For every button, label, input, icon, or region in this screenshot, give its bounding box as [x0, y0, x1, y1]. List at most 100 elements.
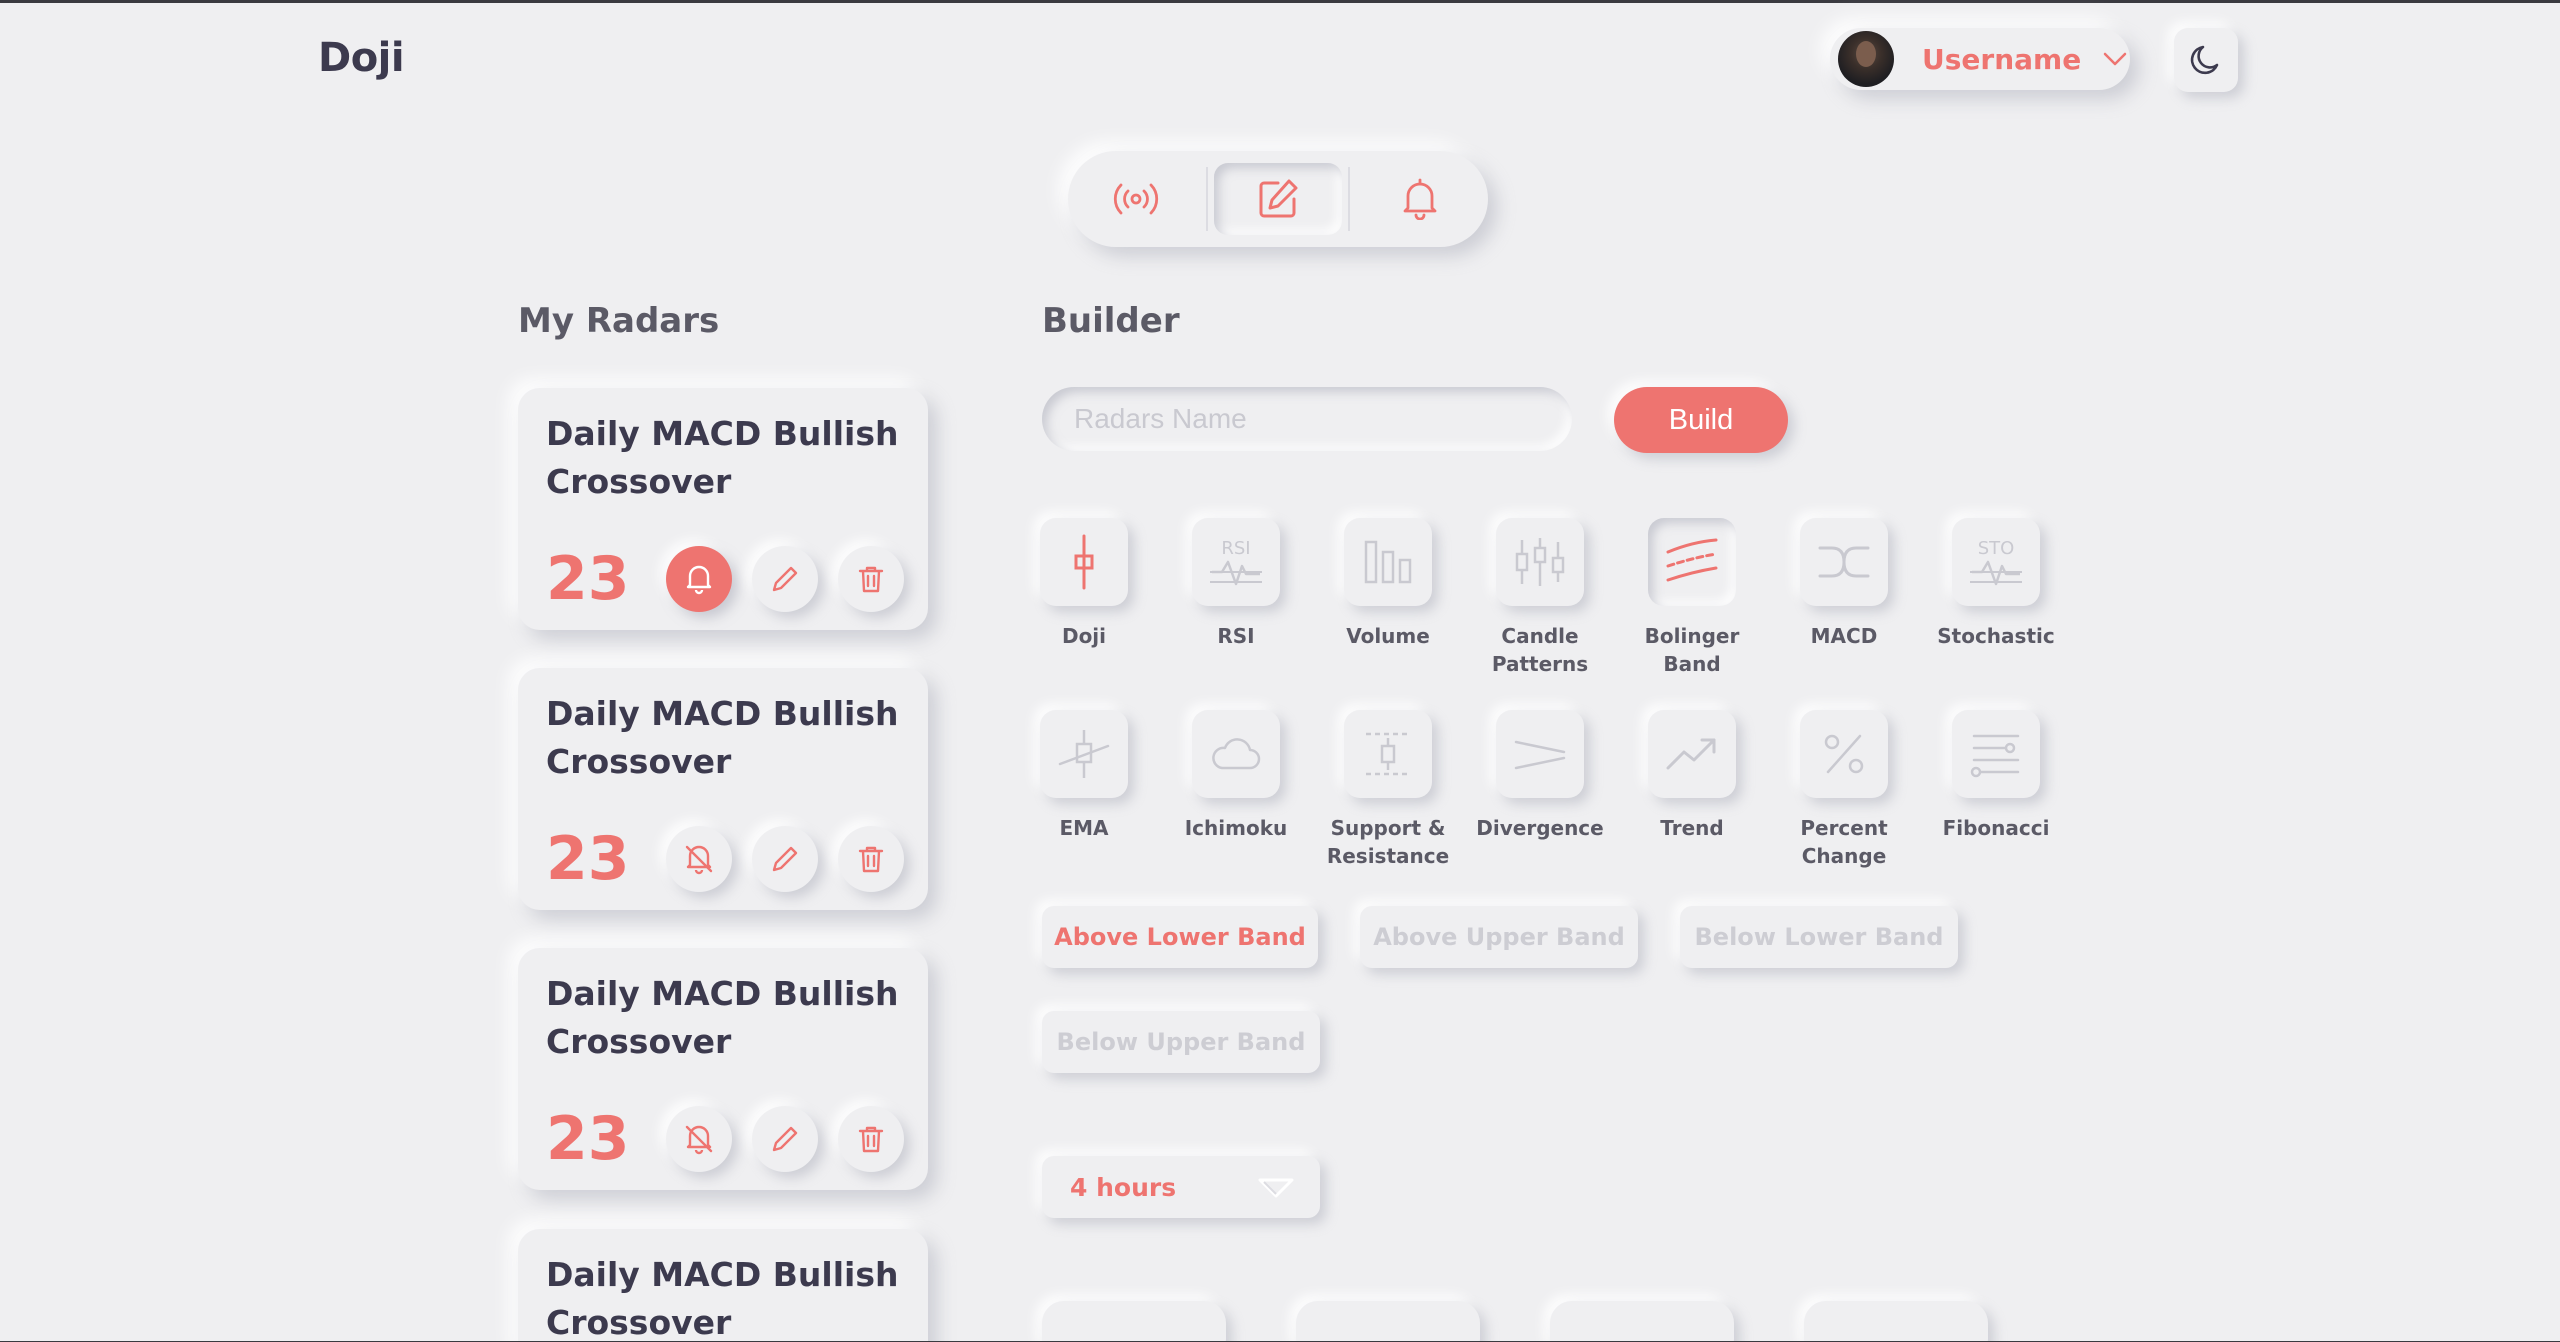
indicator-macd[interactable]: MACD — [1774, 518, 1914, 650]
indicator-volume[interactable]: Volume — [1318, 518, 1458, 650]
option-button[interactable] — [1804, 1301, 1988, 1342]
indicator-trend[interactable]: Trend — [1622, 710, 1762, 842]
radar-card[interactable]: Daily MACD Bullish Crossover 23 — [518, 668, 928, 910]
indicator-label: RSI — [1217, 624, 1255, 648]
macd-cross-icon — [1818, 546, 1870, 578]
trash-icon — [858, 1126, 884, 1153]
indicator-support-resistance[interactable]: Support & Resistance — [1318, 710, 1458, 870]
edit-radar-button[interactable] — [752, 546, 818, 612]
indicator-divergence[interactable]: Divergence — [1470, 710, 1610, 842]
builder-title: Builder — [1042, 301, 1180, 341]
tab-radars[interactable] — [1072, 163, 1200, 235]
radar-name-input[interactable] — [1042, 387, 1572, 451]
indicator-label: Bolinger Band — [1644, 624, 1740, 676]
option-below-upper-band[interactable]: Below Upper Band — [1042, 1011, 1320, 1073]
delete-radar-button[interactable] — [838, 826, 904, 892]
radar-card[interactable]: Daily MACD Bullish Crossover 23 — [518, 388, 928, 630]
indicator-ichimoku[interactable]: Ichimoku — [1166, 710, 1306, 842]
indicator-candle-patterns[interactable]: Candle Patterns — [1470, 518, 1610, 678]
indicator-label: Doji — [1061, 624, 1107, 648]
theme-toggle-button[interactable] — [2174, 28, 2238, 92]
candle-patterns-icon — [1515, 538, 1565, 586]
option-button[interactable] — [1296, 1301, 1480, 1342]
pencil-icon — [772, 846, 798, 872]
indicator-fibonacci[interactable]: Fibonacci — [1926, 710, 2066, 842]
app-logo[interactable]: Doji — [318, 35, 405, 81]
edit-icon — [1259, 179, 1298, 218]
indicator-stochastic[interactable]: STO Stochastic — [1926, 518, 2066, 650]
avatar — [1838, 31, 1894, 87]
option-below-lower-band[interactable]: Below Lower Band — [1680, 906, 1958, 968]
indicator-label: EMA — [1059, 816, 1109, 840]
indicator-label: Ichimoku — [1184, 816, 1288, 840]
radar-count: 23 — [546, 824, 630, 894]
option-button[interactable] — [1042, 1301, 1226, 1342]
bell-icon — [686, 565, 712, 595]
option-above-lower-band[interactable]: Above Lower Band — [1042, 906, 1318, 968]
edit-radar-button[interactable] — [752, 826, 818, 892]
radar-title: Daily MACD Bullish Crossover — [546, 414, 899, 501]
radar-card[interactable]: Daily MACD Bullish Crossover 23 — [518, 948, 928, 1190]
ema-icon — [1058, 730, 1110, 778]
indicator-label: Stochastic — [1937, 624, 2055, 648]
edit-radar-button[interactable] — [752, 1106, 818, 1172]
tab-alerts[interactable] — [1356, 163, 1484, 235]
support-resistance-icon — [1366, 732, 1410, 776]
chevron-down-icon — [2103, 52, 2127, 66]
caret-down-icon — [1258, 1178, 1294, 1198]
indicator-label: Percent Change — [1800, 816, 1888, 868]
option-above-upper-band[interactable]: Above Upper Band — [1360, 906, 1638, 968]
bell-off-icon — [685, 1125, 713, 1155]
fibonacci-icon — [1970, 734, 2020, 778]
radar-card[interactable]: Daily MACD Bullish Crossover — [518, 1229, 928, 1342]
radar-count: 23 — [546, 1104, 630, 1174]
alert-toggle-button[interactable] — [666, 1106, 732, 1172]
indicator-rsi[interactable]: RSI RSI — [1166, 518, 1306, 650]
divider — [1206, 167, 1208, 231]
doji-candle-icon — [1074, 534, 1094, 590]
trash-icon — [858, 846, 884, 873]
indicator-label: Candle Patterns — [1491, 624, 1589, 676]
divider — [1348, 167, 1350, 231]
percent-icon — [1824, 734, 1864, 774]
volume-bars-icon — [1364, 540, 1412, 584]
delete-radar-button[interactable] — [838, 1106, 904, 1172]
radar-title: Daily MACD Bullish Crossover — [546, 694, 899, 781]
indicator-label: Divergence — [1476, 816, 1604, 840]
indicator-bolinger-band[interactable]: Bolinger Band — [1622, 518, 1762, 678]
tab-builder[interactable] — [1214, 163, 1342, 235]
mode-switcher — [1068, 151, 1488, 247]
username-label: Username — [1922, 42, 2082, 76]
pencil-icon — [772, 1126, 798, 1152]
indicator-label: Support & Resistance — [1326, 816, 1450, 868]
indicator-label: Volume — [1346, 624, 1430, 648]
indicator-label: Fibonacci — [1942, 816, 2050, 840]
divergence-icon — [1514, 740, 1566, 770]
radar-count: 23 — [546, 544, 630, 614]
bell-off-icon — [685, 845, 713, 875]
indicator-ema[interactable]: EMA — [1014, 710, 1154, 842]
radar-title: Daily MACD Bullish Crossover — [546, 974, 899, 1061]
alert-toggle-button[interactable] — [666, 826, 732, 892]
bollinger-band-icon — [1666, 538, 1718, 582]
indicator-label: Trend — [1660, 816, 1724, 840]
pencil-icon — [772, 566, 798, 592]
svg-text:STO: STO — [1978, 538, 2015, 559]
delete-radar-button[interactable] — [838, 546, 904, 612]
broadcast-icon — [1113, 183, 1159, 215]
option-button[interactable] — [1550, 1301, 1734, 1342]
timeframe-value: 4 hours — [1070, 1172, 1177, 1202]
bell-icon — [1403, 178, 1437, 220]
indicator-label: MACD — [1810, 624, 1878, 648]
user-menu[interactable]: Username — [1830, 28, 2130, 90]
radar-title: Daily MACD Bullish Crossover — [546, 1255, 899, 1342]
timeframe-select[interactable]: 4 hours — [1042, 1156, 1320, 1218]
trend-icon — [1666, 738, 1716, 770]
cloud-icon — [1212, 738, 1261, 770]
indicator-doji[interactable]: Doji — [1014, 518, 1154, 650]
alert-toggle-button[interactable] — [666, 546, 732, 612]
indicator-percent-change[interactable]: Percent Change — [1774, 710, 1914, 870]
rsi-icon: RSI — [1210, 538, 1262, 586]
build-button[interactable]: Build — [1614, 387, 1788, 453]
trash-icon — [858, 566, 884, 593]
